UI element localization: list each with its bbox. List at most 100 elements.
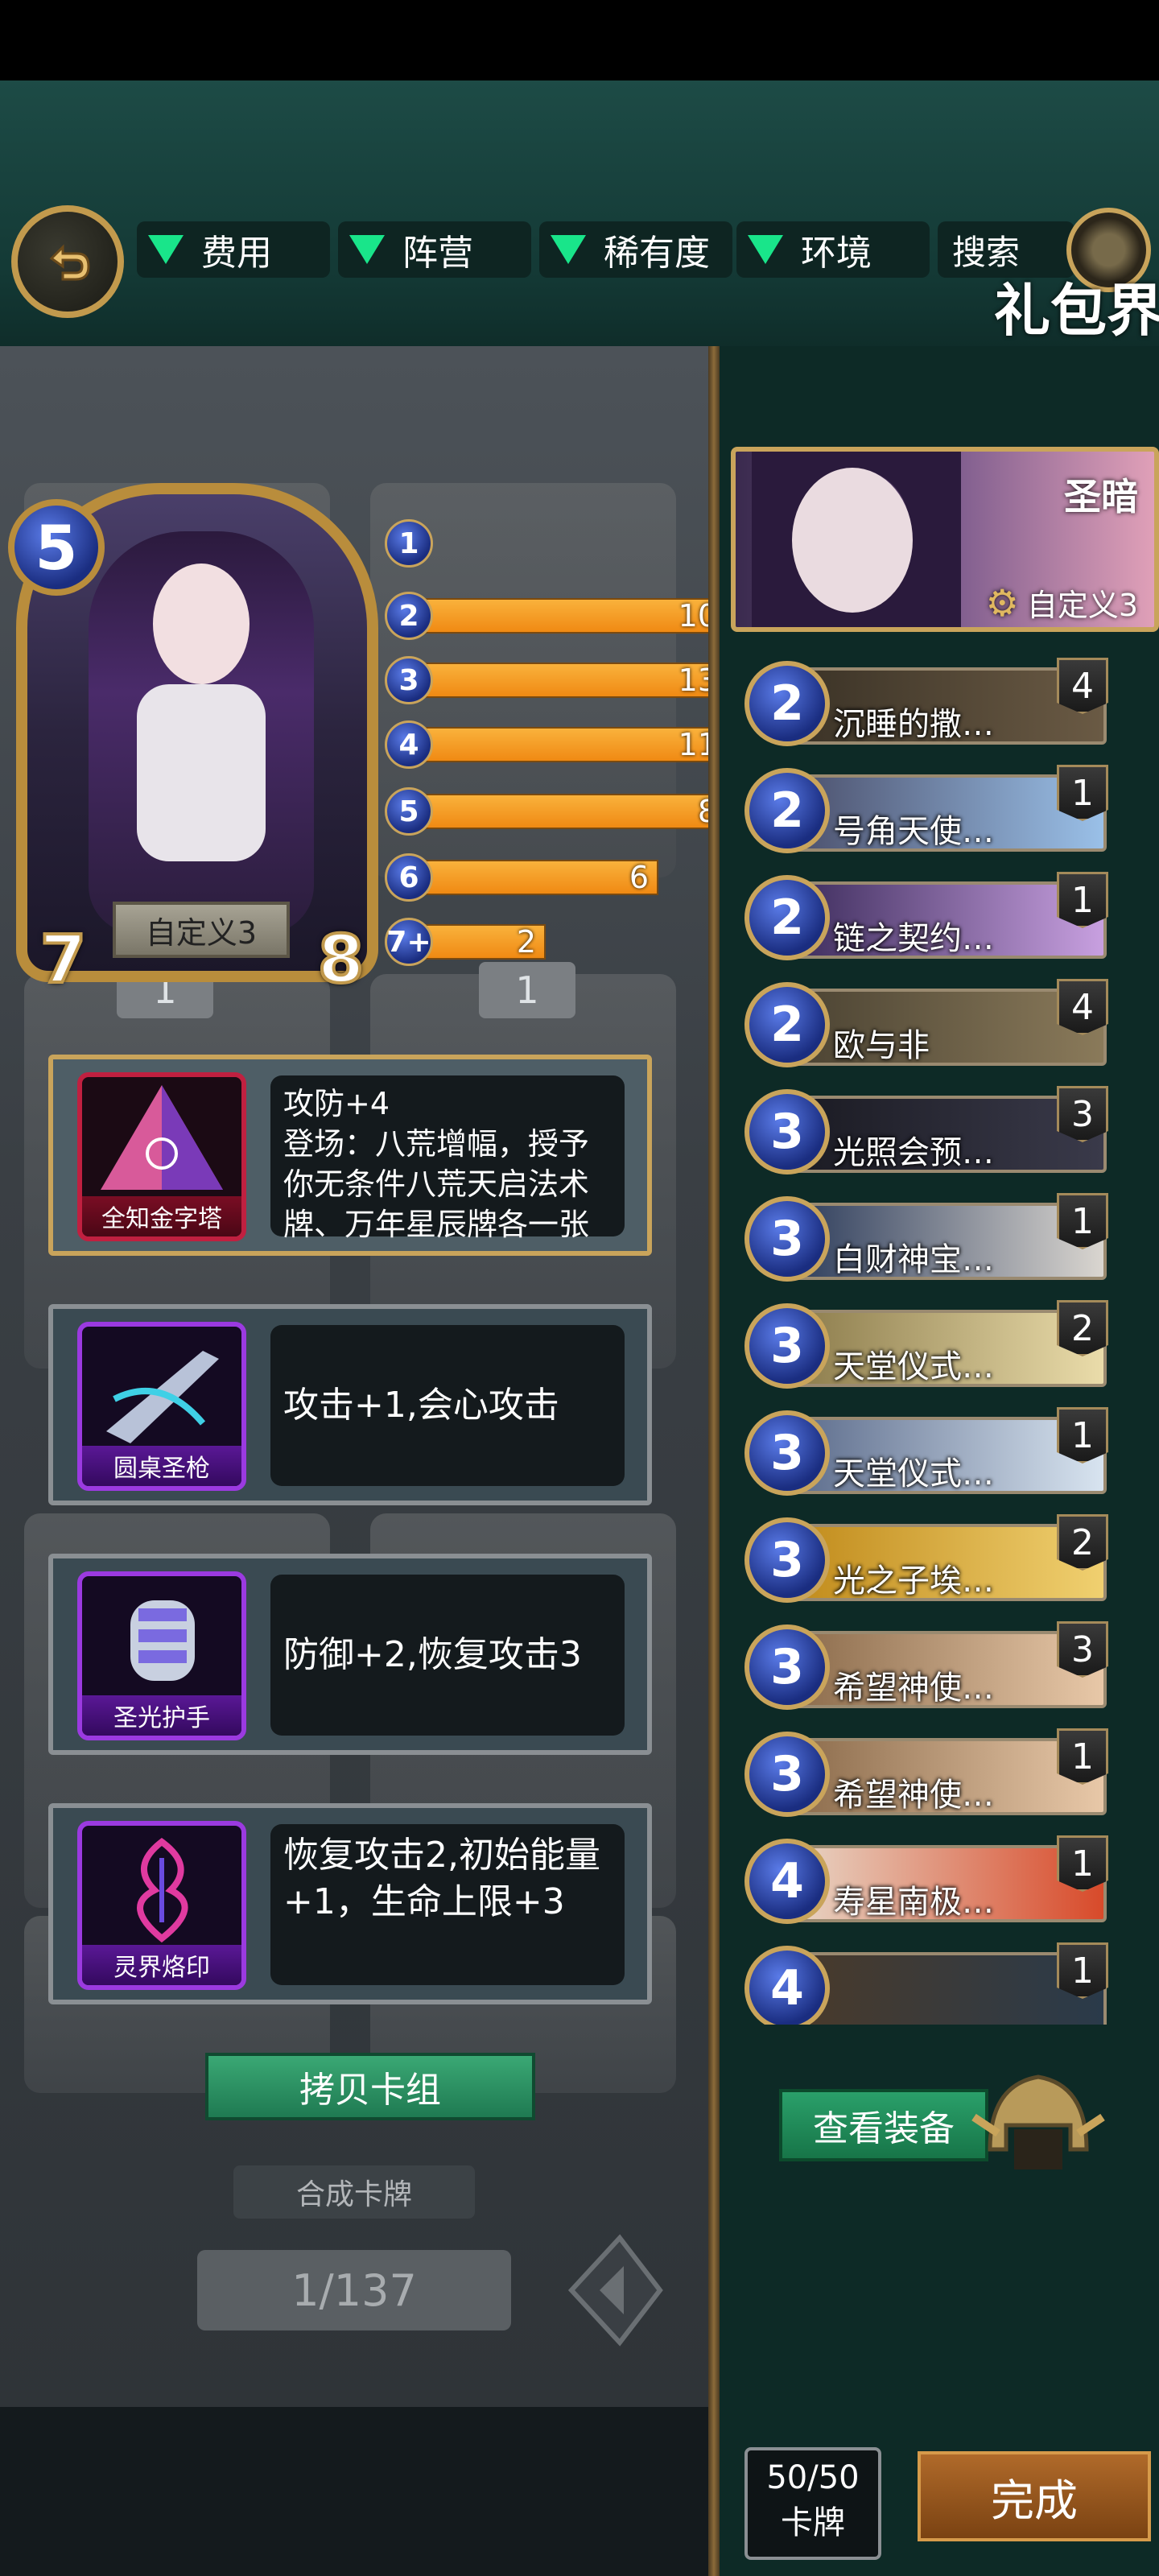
deck-list-item-count: 3	[1057, 1086, 1108, 1142]
deck-list-item[interactable]: 3 希望神使… 3	[744, 1620, 1111, 1715]
equipment-desc: 恢复攻击2,初始能量+1，生命上限+3	[270, 1824, 625, 1985]
deck-name: 自定义3	[1026, 588, 1138, 623]
deck-name-row[interactable]: ⚙ 自定义3	[986, 580, 1138, 625]
lance-art	[106, 1351, 219, 1443]
filter-cost[interactable]: 费用	[137, 221, 330, 278]
equipment-name: 全知金字塔	[82, 1196, 241, 1236]
deck-list-item[interactable]: 3 白财神宝… 1	[744, 1191, 1111, 1286]
pyramid-icon: 全知金字塔	[77, 1072, 246, 1241]
equipment-row[interactable]: 灵界烙印 恢复攻击2,初始能量+1，生命上限+3	[48, 1803, 652, 2004]
deck-list-item[interactable]: 3 光照会预… 3	[744, 1084, 1111, 1179]
deck-list-item-count: 4	[1057, 979, 1108, 1035]
next-page-arrow-icon[interactable]	[563, 2230, 668, 2351]
deck-list-item-cost: 3	[744, 1089, 830, 1174]
synthesize-card-label[interactable]: 合成卡牌	[233, 2165, 475, 2219]
deck-list-item[interactable]: 4 1	[744, 1941, 1111, 2025]
deck-list-item-count: 1	[1057, 765, 1108, 821]
mana-curve-bar: 6	[425, 860, 658, 895]
spirit-brand-art	[137, 1837, 188, 1943]
deck-list-item-count: 3	[1057, 1621, 1108, 1678]
hero-card-health: 8	[316, 920, 365, 1000]
deck-list-item[interactable]: 3 希望神使… 1	[744, 1727, 1111, 1822]
filter-rarity[interactable]: 稀有度	[539, 221, 732, 278]
mana-curve-bar: 2	[425, 924, 546, 960]
equipment-name: 灵界烙印	[82, 1945, 241, 1985]
deck-list-item-count: 1	[1057, 1193, 1108, 1249]
top-filter-bar	[0, 80, 1159, 351]
deck-list-item-cost: 4	[744, 1946, 830, 2025]
mana-curve-bar: 10	[425, 598, 727, 634]
done-button[interactable]: 完成	[918, 2451, 1151, 2541]
deck-list-item-count: 1	[1057, 1407, 1108, 1463]
pack-title: 礼包界	[994, 278, 1159, 344]
gear-icon[interactable]: ⚙	[986, 581, 1019, 625]
filter-faction-label: 阵营	[402, 233, 473, 274]
mana-curve-cost: 5	[385, 787, 433, 836]
deck-list-item-cost: 3	[744, 1410, 830, 1496]
spirit-brand-icon: 灵界烙印	[77, 1821, 246, 1990]
collection-count-box: 1	[479, 962, 575, 1018]
deck-list-item[interactable]: 2 链之契约… 1	[744, 870, 1111, 965]
deck-list-item[interactable]: 2 号角天使… 1	[744, 763, 1111, 858]
equipment-row[interactable]: 全知金字塔 攻防+4 登场：八荒增幅，授予你无条件八荒天启法术牌、万年星辰牌各一…	[48, 1055, 652, 1256]
mana-curve-row: 3 13	[385, 656, 727, 704]
deck-banner[interactable]: 圣暗 ⚙ 自定义3	[731, 447, 1159, 632]
deck-list-item-count: 4	[1057, 658, 1108, 714]
equipment-desc: 攻击+1,会心攻击	[270, 1325, 625, 1486]
deck-list-item-cost: 2	[744, 661, 830, 746]
hero-card-name: 自定义3	[113, 902, 290, 958]
gauntlet-icon: 圣光护手	[77, 1571, 246, 1740]
deck-list-item-cost: 2	[744, 982, 830, 1067]
deck-list-item[interactable]: 3 光之子埃… 2	[744, 1513, 1111, 1608]
deck-card-count-value: 50/50	[766, 2459, 860, 2496]
deck-card-count: 50/50 卡牌	[744, 2447, 881, 2560]
hero-card-body	[137, 684, 266, 861]
status-bar	[0, 0, 1159, 80]
equipment-row[interactable]: 圣光护手 防御+2,恢复攻击3	[48, 1554, 652, 1755]
deck-list-item[interactable]: 3 天堂仪式… 1	[744, 1406, 1111, 1501]
deck-list-item[interactable]: 4 寿星南极… 1	[744, 1834, 1111, 1929]
filter-environment[interactable]: 环境	[736, 221, 930, 278]
deck-list-item-cost: 2	[744, 875, 830, 960]
hero-card-cost: 5	[8, 499, 105, 596]
deck-list-item-cost: 3	[744, 1624, 830, 1710]
equipment-name: 圆桌圣枪	[82, 1446, 241, 1486]
copy-deck-button[interactable]: 拷贝卡组	[205, 2053, 535, 2120]
deck-list-item[interactable]: 3 天堂仪式… 2	[744, 1298, 1111, 1393]
deck-card-count-label: 卡牌	[781, 2504, 845, 2541]
mana-curve-bar: 8	[425, 794, 727, 829]
back-button[interactable]	[11, 205, 124, 318]
filter-faction[interactable]: 阵营	[338, 221, 531, 278]
mana-curve-row: 4 11	[385, 720, 727, 769]
deck-list-item-name: 号角天使…	[833, 813, 994, 850]
mana-curve-cost: 6	[385, 853, 433, 902]
filter-rarity-label: 稀有度	[604, 233, 710, 274]
deck-list-item-name: 白财神宝…	[833, 1241, 994, 1278]
deck-list-item-cost: 2	[744, 768, 830, 853]
filter-cost-label: 费用	[201, 233, 272, 274]
deck-list-item-cost: 4	[744, 1839, 830, 1924]
deck-list-item-cost: 3	[744, 1732, 830, 1817]
deck-list-item-name: 沉睡的撒…	[833, 706, 994, 743]
deck-list-item[interactable]: 2 沉睡的撒… 4	[744, 656, 1111, 751]
hero-card-attack: 7	[39, 920, 88, 1000]
equipment-name: 圣光护手	[82, 1695, 241, 1736]
mana-curve-cost: 3	[385, 656, 433, 704]
equipment-row[interactable]: 圆桌圣枪 攻击+1,会心攻击	[48, 1304, 652, 1505]
view-equipment-button[interactable]: 查看装备	[779, 2089, 988, 2161]
pyramid-art	[101, 1085, 223, 1190]
deck-list-item[interactable]: 2 欧与非 4	[744, 977, 1111, 1072]
mana-curve-row: 7+ 2	[385, 918, 546, 966]
deck-list-item-count: 2	[1057, 1300, 1108, 1356]
deck-list-item-name: 寿星南极…	[833, 1884, 994, 1921]
mana-curve-cost: 7+	[385, 918, 433, 966]
mana-curve-bar: 13	[425, 663, 727, 698]
deck-list-item-name: 欧与非	[833, 1027, 930, 1064]
deck-list-item-count: 1	[1057, 1728, 1108, 1785]
deck-banner-art	[792, 468, 913, 613]
back-arrow-icon	[49, 244, 90, 281]
equipment-desc: 攻防+4 登场：八荒增幅，授予你无条件八荒天启法术牌、万年星辰牌各一张	[270, 1075, 625, 1242]
deck-faction-title: 圣暗	[1064, 475, 1138, 518]
deck-list-item-name: 天堂仪式…	[833, 1455, 994, 1492]
deck-list-item-cost: 3	[744, 1517, 830, 1603]
